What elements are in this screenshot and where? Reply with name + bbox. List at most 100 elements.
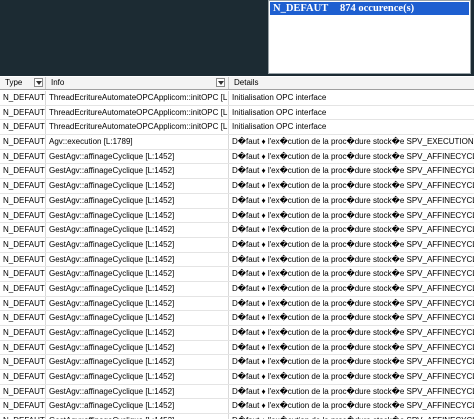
row-details-cell: D�faut ♦ l'ex�cution de la proc�dure sto… bbox=[232, 328, 474, 337]
column-header-type[interactable]: Type bbox=[0, 77, 46, 89]
row-details-cell: D�faut ♦ l'ex�cution de la proc�dure sto… bbox=[232, 401, 474, 411]
row-type-cell: N_DEFAUT bbox=[0, 237, 46, 252]
table-row[interactable]: N_DEFAUTGestAgv::affinageCyclique [L:145… bbox=[0, 311, 474, 326]
column-header-info[interactable]: Info bbox=[46, 77, 229, 89]
selected-list-item[interactable]: N_DEFAUT 874 occurence(s) bbox=[270, 2, 469, 15]
chevron-down-icon bbox=[218, 81, 224, 85]
table-row[interactable]: N_DEFAUTGestAgv::affinageCyclique [L:145… bbox=[0, 384, 474, 400]
row-details-cell: D�faut ♦ l'ex�cution de la proc�dure sto… bbox=[232, 386, 474, 396]
column-header-details[interactable]: Details bbox=[229, 77, 474, 89]
row-type-cell: N_DEFAUT bbox=[0, 355, 46, 370]
table-row[interactable]: N_DEFAUTGestAgv::affinageCyclique [L:145… bbox=[0, 326, 474, 341]
row-info-cell: GestAgv::affinageCyclique [L:1452] bbox=[46, 311, 229, 325]
table-row[interactable]: N_DEFAUTGestAgv::affinageCyclique [L:145… bbox=[0, 252, 474, 268]
row-type-cell: N_DEFAUT bbox=[0, 164, 46, 179]
row-info-cell: Agv::execution [L:1789] bbox=[46, 135, 229, 149]
row-info-cell: GestAgv::affinageCyclique [L:1452] bbox=[46, 164, 229, 179]
table-row[interactable]: N_DEFAUTGestAgv::affinageCyclique [L:145… bbox=[0, 296, 474, 312]
row-type-cell: N_DEFAUT bbox=[0, 223, 46, 237]
column-header-info-label: Info bbox=[51, 78, 65, 87]
info-filter-dropdown[interactable] bbox=[216, 78, 225, 87]
row-info-cell: GestAgv::affinageCyclique [L:1452] bbox=[46, 179, 229, 193]
row-type-cell: N_DEFAUT bbox=[0, 296, 46, 311]
row-details-cell: D�faut ♦ l'ex�cution de la proc�dure sto… bbox=[232, 269, 474, 279]
row-details-cell: D�faut ♦ l'ex�cution de la proc�dure sto… bbox=[232, 195, 474, 205]
table-row[interactable]: N_DEFAUTGestAgv::affinageCyclique [L:145… bbox=[0, 340, 474, 356]
row-info-cell: GestAgv::affinageCyclique [L:1452] bbox=[46, 384, 229, 399]
row-details-cell: D�faut ♦ l'ex�cution de la proc�dure sto… bbox=[232, 210, 474, 220]
row-info-cell: GestAgv::affinageCyclique [L:1452] bbox=[46, 296, 229, 311]
row-type-cell: N_DEFAUT bbox=[0, 267, 46, 281]
selected-type-label: N_DEFAUT bbox=[273, 3, 329, 14]
table-header: Type Info Details bbox=[0, 77, 474, 90]
row-type-cell: N_DEFAUT bbox=[0, 311, 46, 325]
row-type-cell: N_DEFAUT bbox=[0, 120, 46, 135]
type-filter-dropdown[interactable] bbox=[34, 78, 43, 87]
row-info-cell: GestAgv::affinageCyclique [L:1452] bbox=[46, 355, 229, 370]
row-type-cell: N_DEFAUT bbox=[0, 179, 46, 193]
row-info-cell: ThreadEcritureAutomateOPCApplicom::initO… bbox=[46, 120, 229, 135]
row-details-cell: D�faut ♦ l'ex�cution de la proc�dure sto… bbox=[232, 283, 474, 293]
row-type-cell: N_DEFAUT bbox=[0, 252, 46, 267]
table-row[interactable]: N_DEFAUTGestAgv::affinageCyclique [L:145… bbox=[0, 208, 474, 224]
row-type-cell: N_DEFAUT bbox=[0, 370, 46, 384]
row-details-cell: D�faut ♦ l'ex�cution de la proc�dure sto… bbox=[232, 181, 474, 191]
table-row[interactable]: N_DEFAUTGestAgv::affinageCyclique [L:145… bbox=[0, 355, 474, 371]
row-info-cell: GestAgv::affinageCyclique [L:1452] bbox=[46, 399, 229, 414]
row-details-cell: D�faut ♦ l'ex�cution de la proc�dure sto… bbox=[232, 225, 474, 235]
row-info-cell: GestAgv::affinageCyclique [L:1452] bbox=[46, 340, 229, 355]
row-type-cell: N_DEFAUT bbox=[0, 384, 46, 399]
row-info-cell: GestAgv::affinageCyclique [L:1452] bbox=[46, 149, 229, 164]
row-details-cell: D�faut ♦ l'ex�cution de la proc�dure sto… bbox=[229, 414, 474, 419]
row-details-cell: D�faut ♦ l'ex�cution de la proc�dure sto… bbox=[232, 254, 474, 264]
selected-count-label: 874 occurence(s) bbox=[340, 3, 415, 14]
row-type-cell: N_DEFAUT bbox=[0, 91, 46, 105]
table-row[interactable]: N_DEFAUT ThreadEcritureAutomateOPCApplico… bbox=[0, 105, 474, 121]
row-type-cell: N_DEFAUT bbox=[0, 340, 46, 355]
row-info-cell: GestAgv::affinageCyclique [L:1452] bbox=[46, 193, 229, 208]
chevron-down-icon bbox=[36, 81, 42, 85]
log-table: Type Info Details N_DEFAUT ThreadEcriture… bbox=[0, 77, 474, 419]
row-details-cell: D�faut ♦ l'ex�cution de la proc�dure sto… bbox=[232, 357, 474, 367]
row-type-cell: N_DEFAUT bbox=[0, 281, 46, 296]
row-info-cell: GestAgv::affinageCyclique [L:1452] bbox=[46, 208, 229, 223]
row-type-cell: N_DEFAUT bbox=[0, 399, 46, 414]
table-row[interactable]: N_DEFAUTGestAgv::affinageCyclique [L:145… bbox=[0, 414, 474, 419]
table-row[interactable]: N_DEFAUT ThreadEcritureAutomateOPCApplico… bbox=[0, 120, 474, 136]
table-row[interactable]: N_DEFAUTGestAgv::affinageCyclique [L:145… bbox=[0, 267, 474, 282]
row-details-cell: D�faut ♦ l'ex�cution de la proc�dure sto… bbox=[232, 137, 474, 147]
table-row[interactable]: N_DEFAUTGestAgv::affinageCyclique [L:145… bbox=[0, 193, 474, 209]
table-row[interactable]: N_DEFAUTGestAgv::affinageCyclique [L:145… bbox=[0, 370, 474, 385]
row-details-cell: D�faut ♦ l'ex�cution de la proc�dure sto… bbox=[232, 298, 474, 308]
row-info-cell: GestAgv::affinageCyclique [L:1452] bbox=[46, 223, 229, 237]
row-type-cell: N_DEFAUT bbox=[0, 149, 46, 164]
row-details-cell: Initialisation OPC interface bbox=[232, 122, 327, 132]
row-details-cell: D�faut ♦ l'ex�cution de la proc�dure sto… bbox=[232, 342, 474, 352]
row-info-cell: ThreadEcritureAutomateOPCApplicom::initO… bbox=[46, 91, 229, 105]
row-details-cell: D�faut ♦ l'ex�cution de la proc�dure sto… bbox=[232, 166, 474, 176]
table-row[interactable]: N_DEFAUTGestAgv::affinageCyclique [L:145… bbox=[0, 223, 474, 238]
row-details-cell: D�faut ♦ l'ex�cution de la proc�dure sto… bbox=[232, 239, 474, 249]
row-details-cell: D�faut ♦ l'ex�cution de la proc�dure sto… bbox=[232, 151, 474, 161]
row-type-cell: N_DEFAUT bbox=[0, 208, 46, 223]
table-row[interactable]: N_DEFAUT Agv::execution [L:1789] D�faut ♦ … bbox=[0, 135, 474, 150]
table-row[interactable]: N_DEFAUTGestAgv::affinageCyclique [L:145… bbox=[0, 149, 474, 165]
row-info-cell: GestAgv::affinageCyclique [L:1452] bbox=[46, 267, 229, 281]
row-type-cell: N_DEFAUT bbox=[0, 414, 46, 419]
row-details-cell: D�faut ♦ l'ex�cution de la proc�dure sto… bbox=[232, 313, 474, 323]
table-row[interactable]: N_DEFAUTGestAgv::affinageCyclique [L:145… bbox=[0, 237, 474, 253]
row-info-cell: GestAgv::affinageCyclique [L:1452] bbox=[46, 237, 229, 252]
column-header-details-label: Details bbox=[234, 78, 259, 87]
table-row[interactable]: N_DEFAUTGestAgv::affinageCyclique [L:145… bbox=[0, 164, 474, 180]
column-header-type-label: Type bbox=[5, 78, 23, 87]
table-row[interactable]: N_DEFAUT ThreadEcritureAutomateOPCApplico… bbox=[0, 91, 474, 106]
row-type-cell: N_DEFAUT bbox=[0, 105, 46, 120]
table-row[interactable]: N_DEFAUTGestAgv::affinageCyclique [L:145… bbox=[0, 179, 474, 194]
table-row[interactable]: N_DEFAUTGestAgv::affinageCyclique [L:145… bbox=[0, 281, 474, 297]
type-filter-list[interactable]: N_DEFAUT 874 occurence(s) bbox=[268, 0, 471, 74]
table-row[interactable]: N_DEFAUTGestAgv::affinageCyclique [L:145… bbox=[0, 399, 474, 415]
row-details-cell: D�faut ♦ l'ex�cution de la proc�dure sto… bbox=[232, 372, 474, 382]
row-info-cell: GestAgv::affinageCyclique [L:1452] bbox=[46, 326, 229, 340]
row-info-cell: GestAgv::affinageCyclique [L:1452] bbox=[46, 252, 229, 267]
row-info-cell: GestAgv::affinageCyclique [L:1452] bbox=[46, 414, 229, 419]
